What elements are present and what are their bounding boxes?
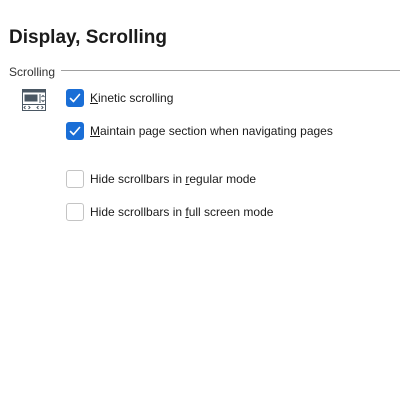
label-suffix: egular mode [189, 172, 257, 186]
hide-scrollbars-fullscreen-checkbox[interactable] [66, 203, 84, 221]
maintain-page-section-label[interactable]: Maintain page section when navigating pa… [90, 123, 333, 139]
label-suffix: aintain page section when navigating pag… [100, 124, 333, 138]
scrollbar-settings-icon [22, 88, 47, 113]
section-divider [61, 70, 400, 71]
label-mnemonic: M [90, 124, 100, 138]
label-prefix: Hide scrollbars in [90, 205, 186, 219]
kinetic-scrolling-checkbox[interactable] [66, 89, 84, 107]
label-prefix: Hide scrollbars in [90, 172, 186, 186]
hide-scrollbars-fullscreen-option[interactable]: Hide scrollbars in full screen mode [66, 203, 386, 223]
page-title: Display, Scrolling [9, 27, 168, 48]
label-mnemonic: K [90, 91, 99, 105]
checkmark-icon [69, 93, 81, 103]
kinetic-scrolling-label[interactable]: Kinetic scrolling [90, 90, 173, 106]
kinetic-scrolling-option[interactable]: Kinetic scrolling [66, 89, 386, 109]
hide-scrollbars-regular-label[interactable]: Hide scrollbars in regular mode [90, 171, 256, 187]
maintain-page-section-checkbox[interactable] [66, 122, 84, 140]
section-header: Scrolling [9, 64, 400, 80]
label-suffix: inetic scrolling [98, 91, 174, 105]
hide-scrollbars-regular-option[interactable]: Hide scrollbars in regular mode [66, 170, 386, 190]
hide-scrollbars-regular-checkbox[interactable] [66, 170, 84, 188]
label-suffix: ull screen mode [188, 205, 274, 219]
checkmark-icon [69, 126, 81, 136]
hide-scrollbars-fullscreen-label[interactable]: Hide scrollbars in full screen mode [90, 204, 273, 220]
maintain-page-section-option[interactable]: Maintain page section when navigating pa… [66, 122, 386, 142]
section-label: Scrolling [9, 65, 56, 79]
